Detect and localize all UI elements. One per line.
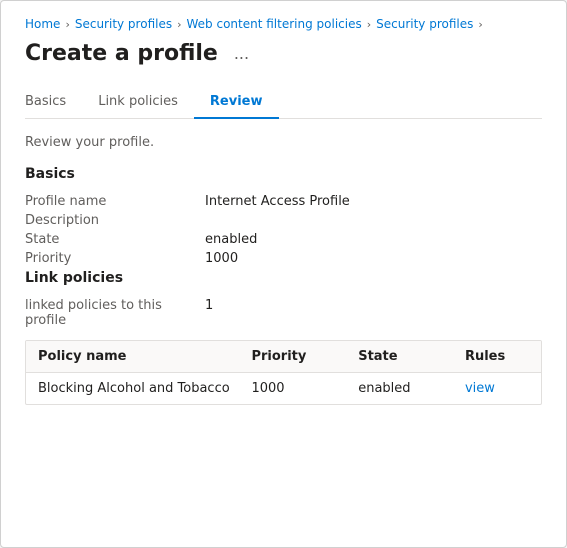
review-description: Review your profile.: [25, 135, 542, 150]
priority-label: Priority: [25, 251, 205, 266]
breadcrumb-sep-1: ›: [65, 18, 69, 31]
state-value: enabled: [205, 232, 257, 247]
page-header: Create a profile ...: [25, 41, 542, 66]
description-label: Description: [25, 213, 205, 228]
priority-value: 1000: [205, 251, 238, 266]
field-state: State enabled: [25, 232, 542, 247]
more-options-button[interactable]: ...: [228, 42, 255, 65]
tab-basics[interactable]: Basics: [25, 86, 82, 119]
basics-section: Basics Profile name Internet Access Prof…: [25, 166, 542, 266]
profile-name-value: Internet Access Profile: [205, 194, 350, 209]
column-policy-name: Policy name: [38, 349, 251, 364]
tab-review[interactable]: Review: [194, 86, 279, 119]
tab-bar: Basics Link policies Review: [25, 86, 542, 119]
tab-link-policies[interactable]: Link policies: [82, 86, 194, 119]
table-header: Policy name Priority State Rules: [26, 341, 541, 373]
basics-section-title: Basics: [25, 166, 542, 182]
cell-rules-view-link[interactable]: view: [465, 381, 529, 396]
cell-priority: 1000: [251, 381, 358, 396]
cell-state: enabled: [358, 381, 465, 396]
column-priority: Priority: [251, 349, 358, 364]
column-state: State: [358, 349, 465, 364]
breadcrumb-security-profiles-2[interactable]: Security profiles: [376, 17, 473, 31]
linked-policies-value: 1: [205, 298, 213, 328]
linked-policies-row: linked policies to this profile 1: [25, 298, 542, 328]
link-policies-section-title: Link policies: [25, 270, 542, 286]
breadcrumb-web-content[interactable]: Web content filtering policies: [187, 17, 362, 31]
state-label: State: [25, 232, 205, 247]
breadcrumb: Home › Security profiles › Web content f…: [25, 17, 542, 31]
link-policies-section: Link policies linked policies to this pr…: [25, 270, 542, 405]
field-profile-name: Profile name Internet Access Profile: [25, 194, 542, 209]
breadcrumb-security-profiles-1[interactable]: Security profiles: [75, 17, 172, 31]
field-description: Description: [25, 213, 542, 228]
breadcrumb-sep-2: ›: [177, 18, 181, 31]
table-row: Blocking Alcohol and Tobacco 1000 enable…: [26, 373, 541, 404]
cell-policy-name: Blocking Alcohol and Tobacco: [38, 381, 251, 396]
field-priority: Priority 1000: [25, 251, 542, 266]
page-title: Create a profile: [25, 41, 218, 66]
breadcrumb-sep-3: ›: [367, 18, 371, 31]
policies-table: Policy name Priority State Rules Blockin…: [25, 340, 542, 405]
linked-policies-label: linked policies to this profile: [25, 298, 205, 328]
profile-name-label: Profile name: [25, 194, 205, 209]
review-content: Review your profile. Basics Profile name…: [25, 135, 542, 405]
column-rules: Rules: [465, 349, 529, 364]
breadcrumb-sep-4: ›: [478, 18, 482, 31]
main-window: Home › Security profiles › Web content f…: [0, 0, 567, 548]
breadcrumb-home[interactable]: Home: [25, 17, 60, 31]
